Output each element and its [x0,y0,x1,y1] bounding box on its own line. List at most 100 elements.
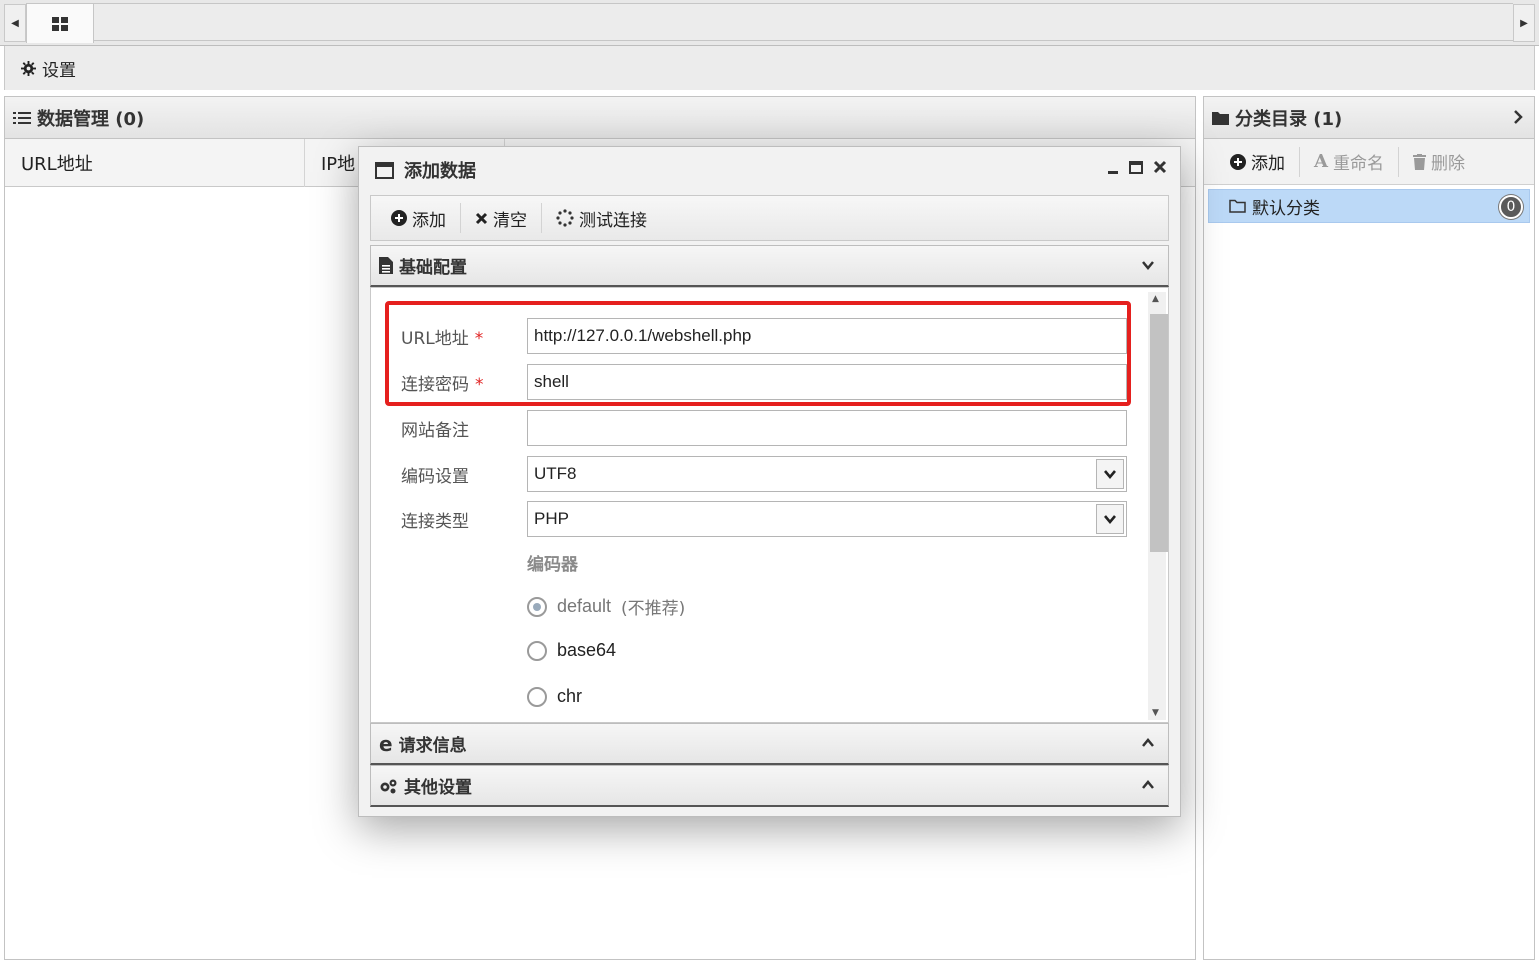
encoder-label: 编码器 [527,555,578,575]
dialog-test-connection-button[interactable]: 测试连接 [542,203,661,233]
scroll-down-arrow[interactable]: ▼ [1152,708,1159,718]
password-input[interactable]: shell [527,364,1127,400]
type-dropdown-button[interactable] [1096,504,1124,534]
data-panel-title: 数据管理 (0) [37,108,145,130]
dialog-add-label: 添加 [412,210,446,231]
type-row: 连接类型 PHP [401,501,1127,537]
section-basic-title: 基础配置 [399,258,467,278]
gear-icon [21,60,36,76]
radio-default[interactable] [527,596,547,617]
list-icon [13,111,31,124]
dialog-clear-button[interactable]: 清空 [461,203,541,233]
radio-chr[interactable] [527,686,547,707]
chevron-down-icon [1142,261,1154,270]
dialog-clear-label: 清空 [493,210,527,231]
required-mark: * [474,328,484,349]
encoding-label: 编码设置 [401,466,469,487]
spinner-icon [556,209,574,227]
settings-bar: 设置 [4,46,1535,90]
gears-icon [380,779,397,793]
note-input[interactable] [527,410,1127,446]
dialog-test-label: 测试连接 [579,210,647,231]
column-url[interactable]: URL地址 [5,138,305,187]
note-row: 网站备注 [401,410,1127,446]
plus-circle-icon [1230,153,1246,170]
encoder-option-default[interactable]: default (不推荐) [527,594,685,619]
encoder-default-hint: (不推荐) [621,599,686,619]
add-data-dialog: 添加数据 添加 清空 测试连接 基础配置 URL地址 * http://127.… [358,146,1181,817]
encoding-row: 编码设置 UTF8 [401,456,1127,492]
tab-strip [94,3,1513,41]
password-label: 连接密码 * [401,374,484,395]
settings-button[interactable]: 设置 [21,56,76,81]
url-label: URL地址 * [401,328,484,349]
category-panel-header: 分类目录 (1) [1204,97,1534,139]
type-label: 连接类型 [401,511,469,532]
tab-home[interactable] [26,3,94,43]
section-request-title: 请求信息 [398,736,467,756]
grid-icon [52,16,68,31]
encoder-option-chr[interactable]: chr [527,686,582,707]
category-count-badge: 0 [1499,195,1523,219]
required-mark: * [475,374,484,395]
category-rename-button[interactable]: A 重命名 [1300,147,1398,177]
x-icon [475,212,488,224]
data-panel-header: 数据管理 (0) [5,97,1195,139]
category-item-label: 默认分类 [1252,198,1320,219]
tab-scroll-left-button[interactable]: ◀ [4,4,26,42]
tab-bar: ◀ ▶ [0,0,1539,46]
encoder-base64-name: base64 [557,640,617,660]
folder-outline-icon [1229,199,1246,213]
scroll-up-arrow[interactable]: ▲ [1152,294,1159,304]
section-request-info[interactable]: e 请求信息 [370,723,1169,765]
url-row: URL地址 * http://127.0.0.1/webshell.php [401,318,1127,354]
dialog-controls [1106,159,1168,175]
folder-icon [1212,111,1229,125]
edge-icon: e [379,731,393,756]
encoding-select[interactable]: UTF8 [527,456,1127,492]
category-delete-label: 删除 [1430,154,1465,174]
type-value: PHP [534,509,569,528]
encoder-default-name: default [557,596,612,616]
tab-scroll-right-button[interactable]: ▶ [1513,4,1535,42]
encoder-option-base64[interactable]: base64 [527,640,616,661]
form-scrollbar[interactable]: ▲ ▼ [1148,292,1168,720]
close-icon[interactable] [1152,159,1168,175]
section-other-settings[interactable]: 其他设置 [370,765,1169,807]
plus-circle-icon [391,210,407,226]
url-input[interactable]: http://127.0.0.1/webshell.php [527,318,1127,354]
type-select[interactable]: PHP [527,501,1127,537]
category-add-button[interactable]: 添加 [1216,147,1299,177]
encoding-value: UTF8 [534,464,577,483]
password-row: 连接密码 * shell [401,364,1127,400]
file-text-icon [379,257,393,274]
chevron-up-icon [1142,780,1154,789]
category-add-label: 添加 [1251,154,1285,174]
radio-base64[interactable] [527,640,547,661]
dialog-add-button[interactable]: 添加 [377,203,460,233]
category-panel-title: 分类目录 (1) [1235,108,1343,130]
section-other-title: 其他设置 [404,778,472,798]
note-label: 网站备注 [401,420,469,441]
dialog-titlebar[interactable]: 添加数据 [359,147,1180,193]
chevron-down-icon [1104,470,1116,480]
encoder-chr-name: chr [557,686,583,706]
category-rename-label: 重命名 [1332,154,1384,174]
category-panel: 分类目录 (1) 添加 A 重命名 删除 默认分类 0 [1203,96,1535,960]
basic-config-form: URL地址 * http://127.0.0.1/webshell.php 连接密… [370,287,1169,723]
chevron-right-icon[interactable] [1512,108,1524,126]
category-delete-button[interactable]: 删除 [1399,147,1479,177]
section-basic-config[interactable]: 基础配置 [370,245,1169,287]
scroll-thumb[interactable] [1150,314,1168,552]
chevron-down-icon [1104,515,1116,525]
category-item-default[interactable]: 默认分类 0 [1208,189,1530,223]
window-icon [375,161,394,179]
minimize-icon[interactable] [1106,159,1120,175]
maximize-icon[interactable] [1128,159,1144,175]
encoding-dropdown-button[interactable] [1096,459,1124,489]
category-toolbar: 添加 A 重命名 删除 [1204,139,1534,185]
dialog-toolbar: 添加 清空 测试连接 [370,195,1169,241]
font-icon: A [1314,151,1328,172]
settings-label: 设置 [42,60,76,81]
chevron-up-icon [1142,738,1154,747]
